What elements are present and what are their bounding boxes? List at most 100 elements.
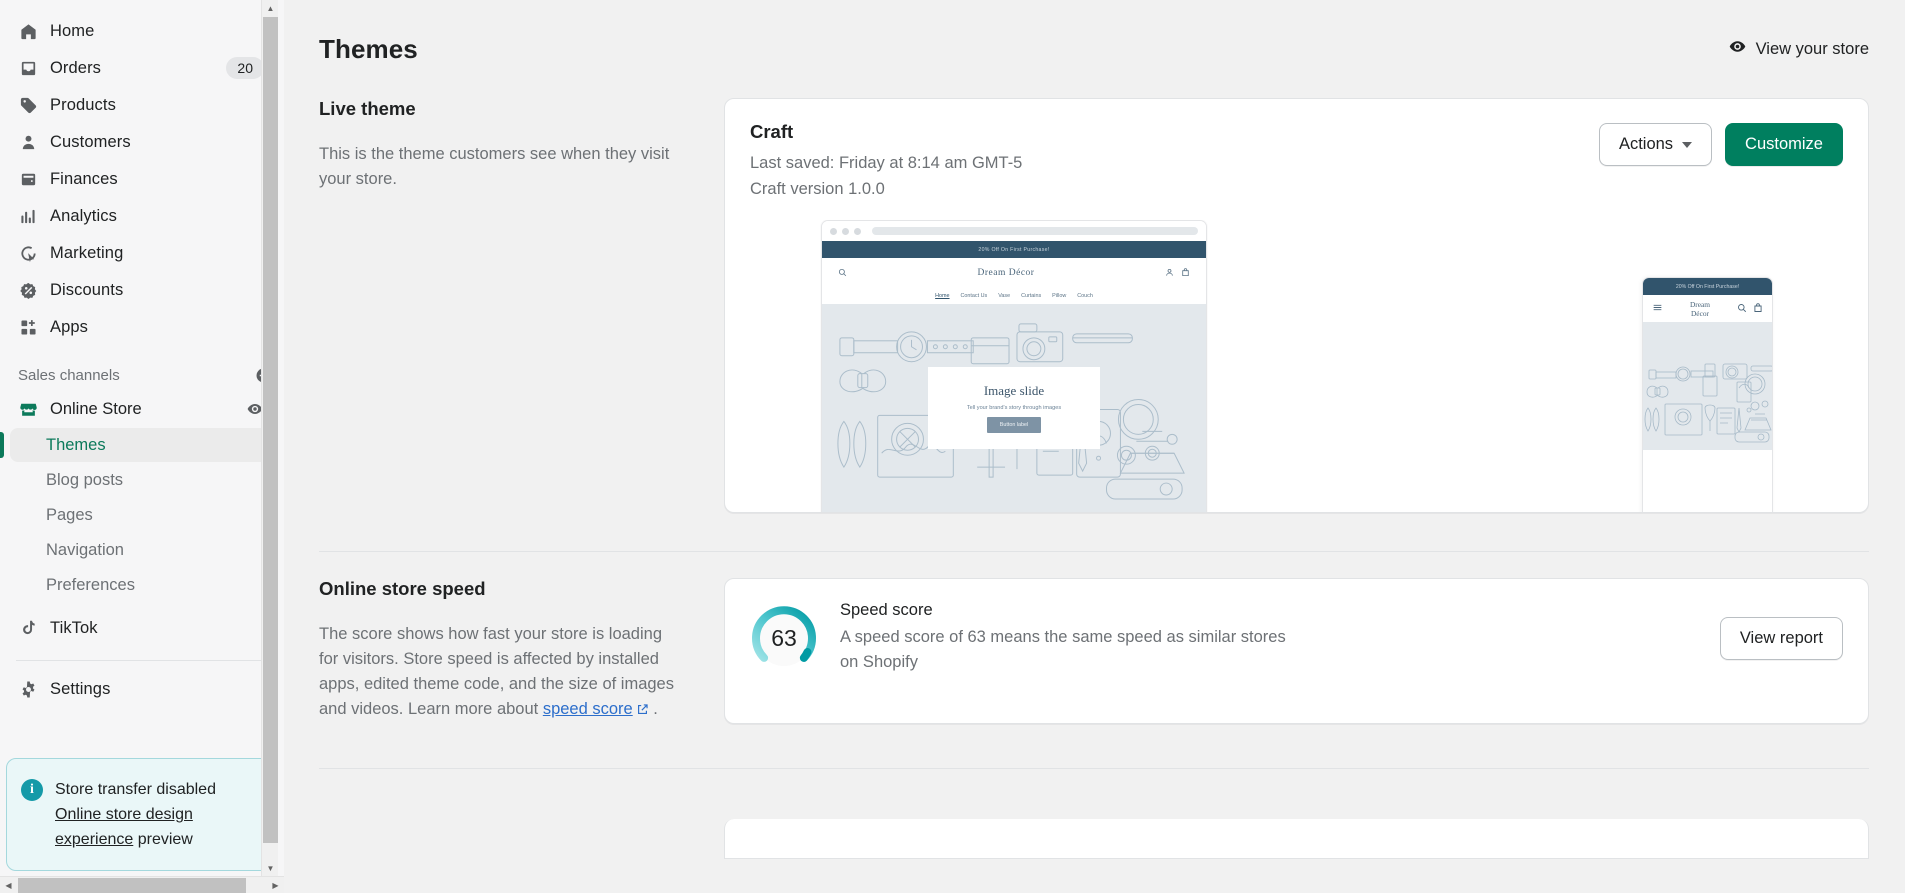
store-speed-description-column: Online store speed The score shows how f… <box>319 578 724 724</box>
nav-link: Pillow <box>1052 293 1066 299</box>
theme-preview: 20% Off On First Purchase! Dream Décor <box>725 220 1868 512</box>
speed-score-description: A speed score of 63 means the same speed… <box>840 625 1305 675</box>
speed-score-gauge: 63 <box>750 604 818 672</box>
sidebar-item-tiktok[interactable]: TikTok <box>10 610 272 646</box>
sidebar-item-apps[interactable]: Apps <box>10 309 272 345</box>
orders-count-badge: 20 <box>226 57 264 79</box>
sidebar-item-finances[interactable]: Finances <box>10 161 272 197</box>
sidebar-item-preferences[interactable]: Preferences <box>10 568 272 602</box>
mobile-preview[interactable]: 20% Off On First Purchase! Dream Décor <box>1642 277 1773 512</box>
live-theme-section: Live theme This is the theme customers s… <box>284 70 1905 513</box>
live-theme-card-header: Craft Last saved: Friday at 8:14 am GMT-… <box>725 99 1868 202</box>
live-theme-description-column: Live theme This is the theme customers s… <box>319 98 724 513</box>
vertical-scrollbar-thumb[interactable] <box>263 17 278 843</box>
desktop-preview[interactable]: 20% Off On First Purchase! Dream Décor <box>821 220 1207 512</box>
live-theme-heading: Live theme <box>319 98 684 120</box>
cart-icon <box>1181 264 1190 282</box>
speed-score-link[interactable]: speed score <box>543 700 633 718</box>
marketing-icon <box>18 243 38 263</box>
page-header: Themes View your store <box>284 28 1905 70</box>
theme-version: Craft version 1.0.0 <box>750 176 1022 202</box>
gear-icon <box>18 679 38 699</box>
sidebar-vertical-scrollbar[interactable]: ▲ ▼ <box>261 0 278 877</box>
store-icon <box>18 399 38 419</box>
store-transfer-notice: i Store transfer disabled Online store d… <box>6 758 278 871</box>
scroll-right-arrow-icon[interactable]: ▶ <box>267 877 284 893</box>
speed-score-text: Speed score A speed score of 63 means th… <box>840 601 1698 675</box>
main-content: Themes View your store Live theme This i… <box>284 0 1905 893</box>
sidebar-item-online-store[interactable]: Online Store <box>10 391 272 427</box>
sidebar-item-label: Analytics <box>50 207 117 226</box>
apps-icon <box>18 317 38 337</box>
sidebar-item-navigation[interactable]: Navigation <box>10 533 272 567</box>
browser-chrome <box>822 221 1206 241</box>
hero-title: Image slide <box>984 383 1044 399</box>
sidebar-subitem-label: Pages <box>46 506 93 525</box>
notice-text: Store transfer disabled Online store des… <box>55 777 261 852</box>
mobile-logo-line2: Décor <box>1691 309 1709 318</box>
info-icon: i <box>21 779 43 801</box>
speed-score-card: 63 Speed score A speed score of 63 means… <box>724 578 1869 724</box>
nav-link: Curtains <box>1021 293 1041 299</box>
view-your-store-link[interactable]: View your store <box>1728 37 1869 61</box>
sidebar-scroll-content: Home Orders 20 Products Customers <box>0 0 284 707</box>
notice-title: Store transfer disabled <box>55 781 216 798</box>
sidebar-item-customers[interactable]: Customers <box>10 124 272 160</box>
nav-link: Home <box>935 293 949 299</box>
mobile-search-icon <box>1737 300 1747 318</box>
store-speed-description-suffix: . <box>649 700 658 718</box>
sidebar-item-analytics[interactable]: Analytics <box>10 198 272 234</box>
speed-score-value: 63 <box>750 604 818 672</box>
sidebar-item-discounts[interactable]: Discounts <box>10 272 272 308</box>
view-report-button[interactable]: View report <box>1720 617 1843 660</box>
scroll-up-arrow-icon[interactable]: ▲ <box>262 0 279 17</box>
horizontal-scrollbar-thumb[interactable] <box>18 878 246 893</box>
sidebar-item-settings[interactable]: Settings <box>10 671 272 707</box>
storefront-nav: Home Contact Us Vase Curtains Pillow Cou… <box>822 288 1206 304</box>
announcement-bar: 20% Off On First Purchase! <box>822 241 1206 258</box>
nav-link: Contact Us <box>961 293 988 299</box>
sidebar-item-label: Finances <box>50 170 118 189</box>
mobile-hero <box>1643 322 1772 450</box>
speed-score-content: 63 Speed score A speed score of 63 means… <box>725 579 1868 697</box>
sidebar-subitem-label: Preferences <box>46 576 135 595</box>
store-speed-description: The score shows how fast your store is l… <box>319 622 684 724</box>
scroll-left-arrow-icon[interactable]: ◀ <box>0 877 17 893</box>
sidebar-item-label: TikTok <box>50 619 98 638</box>
customers-icon <box>18 132 38 152</box>
store-speed-section: Online store speed The score shows how f… <box>284 552 1905 724</box>
sidebar-horizontal-scrollbar[interactable]: ◀ ▶ <box>0 876 284 893</box>
live-theme-description: This is the theme customers see when the… <box>319 142 684 192</box>
sidebar-item-orders[interactable]: Orders 20 <box>10 50 272 86</box>
next-section-placeholder <box>284 769 1905 859</box>
external-link-icon <box>636 699 649 724</box>
customize-button[interactable]: Customize <box>1725 123 1843 166</box>
hamburger-menu-icon <box>1652 300 1663 318</box>
scroll-down-arrow-icon[interactable]: ▼ <box>262 860 279 877</box>
sidebar-item-products[interactable]: Products <box>10 87 272 123</box>
sidebar-item-home[interactable]: Home <box>10 13 272 49</box>
sidebar-item-blog-posts[interactable]: Blog posts <box>10 463 272 497</box>
products-icon <box>18 95 38 115</box>
sidebar-item-label: Apps <box>50 318 88 337</box>
discounts-icon <box>18 280 38 300</box>
notice-suffix: preview <box>133 831 193 848</box>
mobile-announcement-bar: 20% Off On First Purchase! <box>1643 278 1772 295</box>
sidebar-item-marketing[interactable]: Marketing <box>10 235 272 271</box>
analytics-icon <box>18 206 38 226</box>
account-icon <box>1165 264 1174 282</box>
view-your-store-label: View your store <box>1756 40 1869 59</box>
nav-link: Vase <box>998 293 1010 299</box>
browser-dot <box>842 228 849 235</box>
storefront-header: Dream Décor <box>822 258 1206 288</box>
sidebar-item-label: Products <box>50 96 116 115</box>
live-theme-card: Craft Last saved: Friday at 8:14 am GMT-… <box>724 98 1869 513</box>
sidebar-item-label: Online Store <box>50 400 142 419</box>
next-card-peek <box>724 819 1869 859</box>
sidebar-item-themes[interactable]: Themes <box>10 428 272 462</box>
hero-card: Image slide Tell your brand's story thro… <box>928 367 1100 449</box>
actions-button[interactable]: Actions <box>1599 123 1712 166</box>
storefront-logo: Dream Décor <box>847 268 1165 278</box>
sidebar-item-pages[interactable]: Pages <box>10 498 272 532</box>
sidebar-item-label: Discounts <box>50 281 123 300</box>
